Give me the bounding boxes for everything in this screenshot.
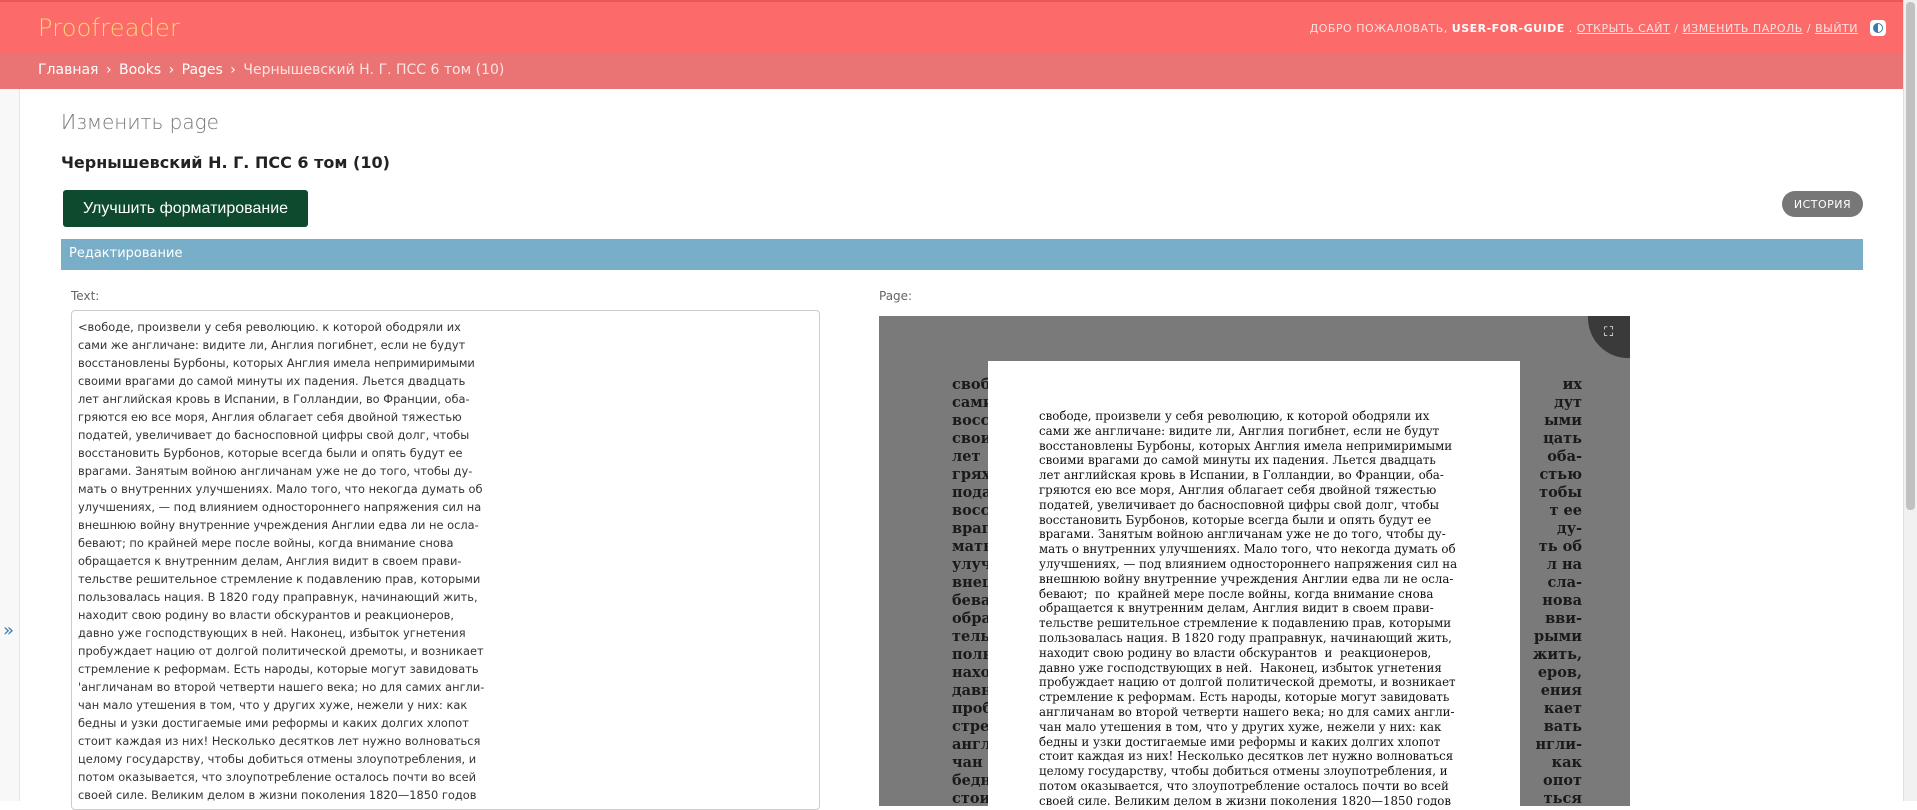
text-field-label: Text: bbox=[71, 289, 100, 303]
history-button[interactable]: История bbox=[1782, 191, 1863, 217]
page-scan-image: свободе, произвели у себя революцию, к к… bbox=[988, 361, 1520, 806]
scan-right-edge-text: их дут ыми цать оба- стью тобы т ее ду- … bbox=[1532, 376, 1582, 806]
page-field-label: Page: bbox=[879, 289, 913, 303]
page-title: Изменить page bbox=[61, 110, 219, 134]
site-header: Proofreader Добро пожаловать, USER-FOR-G… bbox=[0, 0, 1904, 54]
page-scrollbar[interactable] bbox=[1903, 0, 1917, 801]
fieldset-header: Редактирование bbox=[61, 239, 1863, 270]
change-password-link[interactable]: Изменить пароль bbox=[1682, 22, 1802, 35]
object-title: Чернышевский Н. Г. ПСС 6 том (10) bbox=[61, 153, 390, 172]
breadcrumb-current: Чернышевский Н. Г. ПСС 6 том (10) bbox=[243, 62, 505, 78]
breadcrumb: Главная › Books › Pages › Чернышевский Н… bbox=[0, 54, 1904, 89]
page-image-viewer[interactable]: своб сами восс свои лет грях пода восс в… bbox=[879, 316, 1630, 806]
fullscreen-icon: ⛶ bbox=[1604, 325, 1614, 340]
user-tools: Добро пожаловать, USER-FOR-GUIDE. Открыт… bbox=[1310, 20, 1886, 36]
nav-sidebar-collapsed: » bbox=[0, 89, 20, 801]
scan-text: свободе, произвели у себя революцию, к к… bbox=[1039, 409, 1458, 806]
breadcrumb-books[interactable]: Books bbox=[119, 62, 161, 78]
scan-left-edge-text: своб сами восс свои лет грях пода восс в… bbox=[952, 376, 992, 806]
breadcrumb-separator: › bbox=[230, 62, 236, 78]
logout-link[interactable]: Выйти bbox=[1815, 22, 1858, 35]
text-textarea[interactable]: <вободе, произвели у себя революцию. к к… bbox=[71, 310, 820, 810]
separator: / bbox=[1674, 21, 1679, 35]
breadcrumb-separator: › bbox=[105, 62, 112, 78]
welcome-text: Добро пожаловать, bbox=[1309, 21, 1448, 35]
breadcrumb-home[interactable]: Главная bbox=[38, 62, 98, 78]
breadcrumb-pages[interactable]: Pages bbox=[182, 62, 223, 78]
site-brand[interactable]: Proofreader bbox=[38, 14, 180, 42]
theme-toggle-icon[interactable] bbox=[1870, 20, 1886, 36]
nav-sidebar-toggle-icon[interactable]: » bbox=[3, 620, 14, 641]
view-site-link[interactable]: Открыть сайт bbox=[1577, 22, 1670, 35]
separator: / bbox=[1806, 21, 1812, 35]
scrollbar-thumb[interactable] bbox=[1906, 2, 1915, 510]
username: USER-FOR-GUIDE bbox=[1451, 21, 1565, 35]
breadcrumb-separator: › bbox=[168, 62, 175, 78]
improve-formatting-button[interactable]: Улучшить форматирование bbox=[63, 190, 308, 227]
